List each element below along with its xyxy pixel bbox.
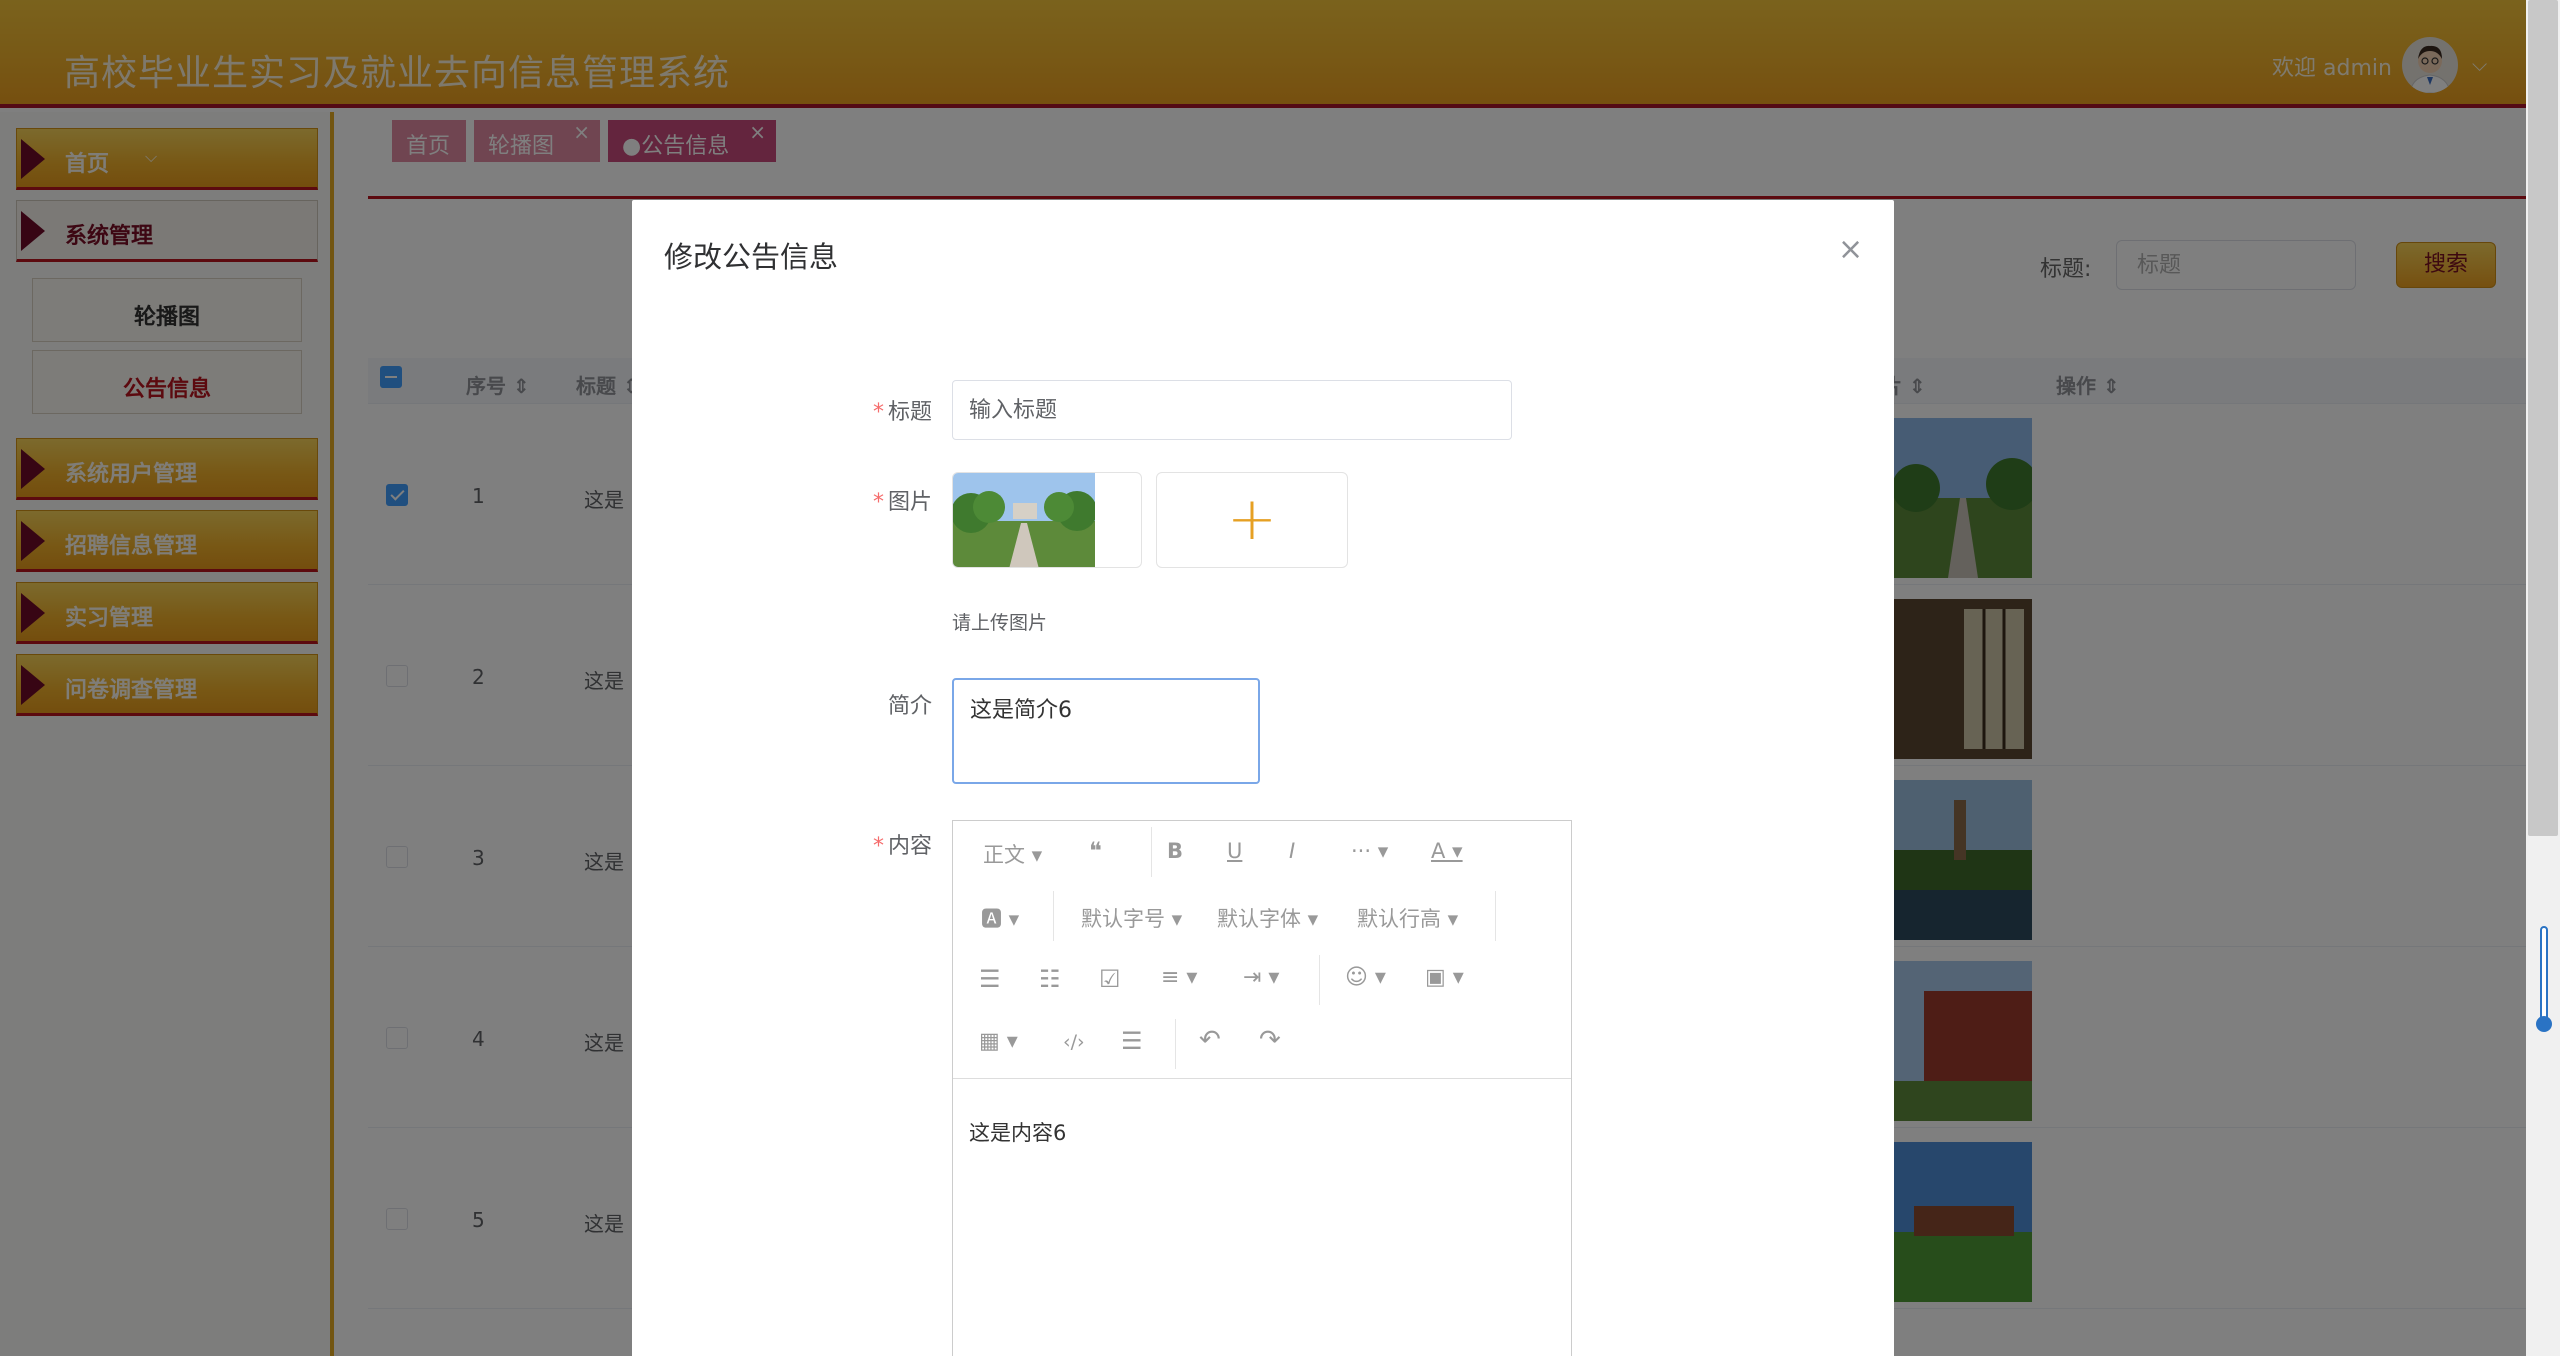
todo-icon[interactable]: ☑ xyxy=(1099,965,1121,993)
toolbar-divider xyxy=(1319,955,1320,1005)
rich-text-editor: 正文 ▾ ❝ B U I ··· ▾ A ▾ 🅰 ▾ 默认字号 ▾ 默认字体 ▾… xyxy=(952,820,1572,1356)
upload-hint: 请上传图片 xyxy=(952,612,1048,634)
toolbar-divider xyxy=(1175,1019,1176,1069)
toolbar-divider xyxy=(1053,891,1054,941)
toolbar-divider xyxy=(1151,827,1152,877)
editor-toolbar: 正文 ▾ ❝ B U I ··· ▾ A ▾ 🅰 ▾ 默认字号 ▾ 默认字体 ▾… xyxy=(953,821,1571,1079)
align-icon[interactable]: ≡ ▾ xyxy=(1161,965,1197,990)
bold-icon[interactable]: B xyxy=(1167,839,1183,863)
toolbar-divider xyxy=(1495,891,1496,941)
font-family-dropdown[interactable]: 默认字体 ▾ xyxy=(1217,903,1318,933)
italic-icon[interactable]: I xyxy=(1289,839,1295,863)
title-field-label: * 标题 xyxy=(872,400,932,425)
title-input[interactable] xyxy=(952,380,1512,440)
more-icon[interactable]: ··· ▾ xyxy=(1351,839,1388,863)
dialog-title: 修改公告信息 xyxy=(664,240,839,274)
edit-notice-dialog: 修改公告信息 × *标题 *图片 + 请上传图片 简介 这是简介6 *内容 正文… xyxy=(632,200,1894,1356)
indent-icon[interactable]: ⇥ ▾ xyxy=(1243,965,1279,990)
underline-icon[interactable]: U xyxy=(1227,839,1242,863)
numbered-list-icon[interactable]: ☷ xyxy=(1039,965,1061,993)
font-color-icon[interactable]: A ▾ xyxy=(1431,839,1463,863)
divider-icon[interactable]: ☰ xyxy=(1121,1027,1143,1055)
image-upload-button[interactable]: + xyxy=(1156,472,1348,568)
plus-icon: + xyxy=(1226,484,1278,554)
intro-field-label: 简介 xyxy=(887,694,932,719)
intro-textarea[interactable]: 这是简介6 xyxy=(952,678,1260,784)
emoji-icon[interactable]: ☺ ▾ xyxy=(1345,965,1386,990)
scrollbar-thumb[interactable] xyxy=(2528,0,2558,836)
uploaded-image[interactable] xyxy=(952,472,1142,568)
bullet-list-icon[interactable]: ☰ xyxy=(979,965,1001,993)
close-icon[interactable]: × xyxy=(1838,232,1863,267)
code-icon[interactable]: ‹/› xyxy=(1063,1031,1085,1053)
line-height-dropdown[interactable]: 默认行高 ▾ xyxy=(1357,903,1458,933)
paragraph-dropdown[interactable]: 正文 ▾ xyxy=(983,839,1042,869)
background-color-icon[interactable]: 🅰 ▾ xyxy=(981,903,1019,933)
image-field-label: * 图片 xyxy=(872,490,932,515)
redo-icon[interactable]: ↷ xyxy=(1259,1025,1281,1055)
quote-icon[interactable]: ❝ xyxy=(1089,837,1102,865)
font-size-dropdown[interactable]: 默认字号 ▾ xyxy=(1081,903,1182,933)
image-icon[interactable]: ▣ ▾ xyxy=(1425,965,1464,990)
content-field-label: * 内容 xyxy=(872,834,932,859)
undo-icon[interactable]: ↶ xyxy=(1199,1025,1221,1055)
thermometer-icon xyxy=(2536,926,2552,1032)
table-icon[interactable]: ▦ ▾ xyxy=(979,1029,1018,1054)
editor-content[interactable]: 这是内容6 xyxy=(969,1117,1066,1147)
